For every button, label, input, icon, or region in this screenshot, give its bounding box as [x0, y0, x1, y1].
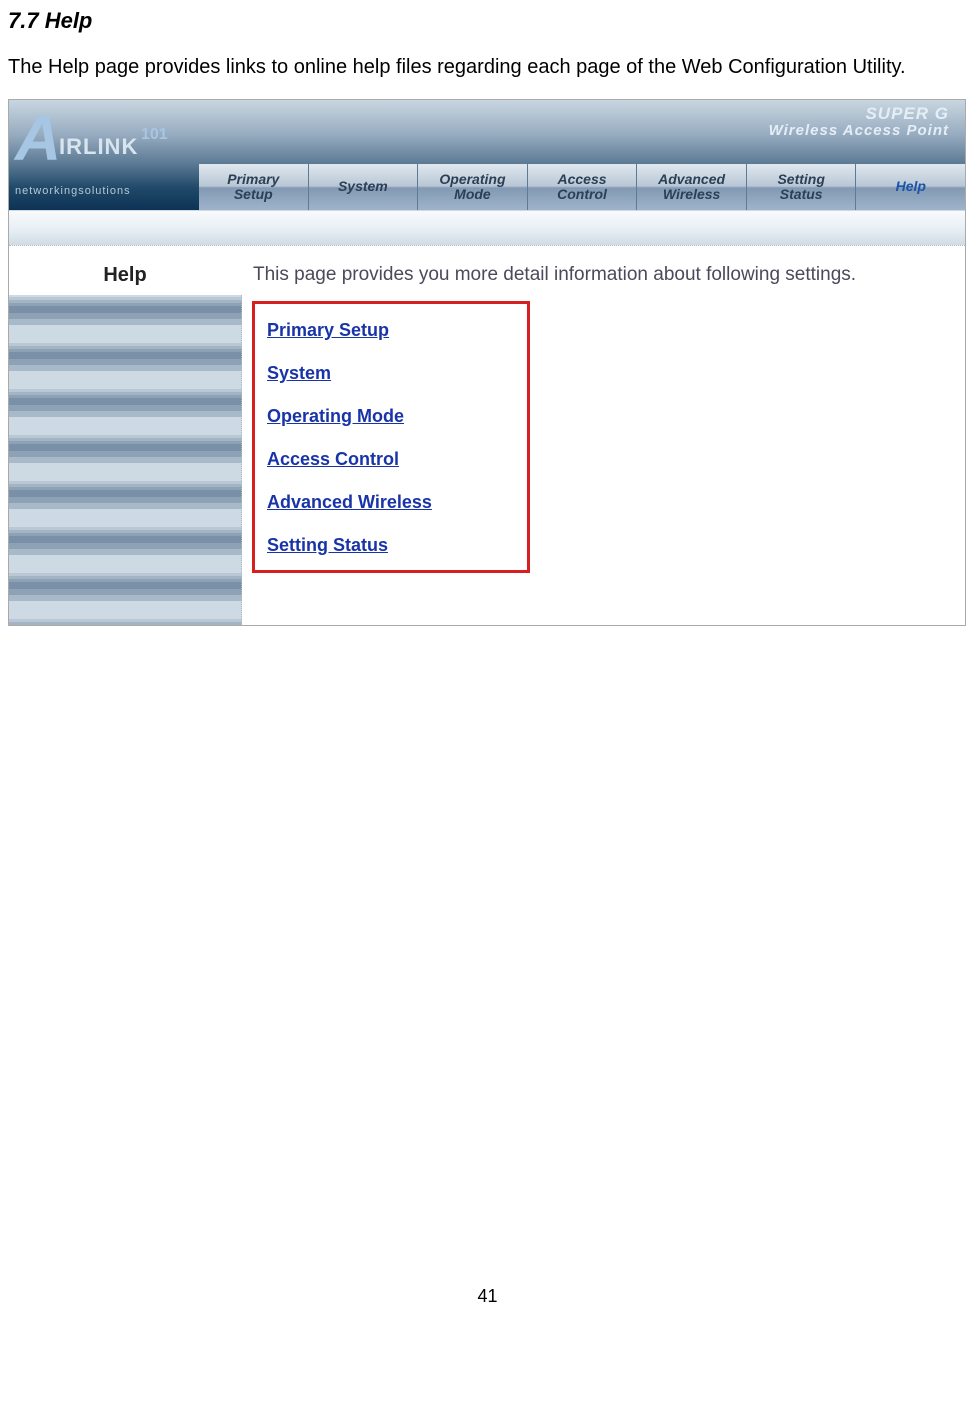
- brand-logo: A IRLINK 101 networkingsolutions: [9, 100, 199, 210]
- help-link-primary-setup[interactable]: Primary Setup: [267, 320, 515, 341]
- spacer-bar: [9, 210, 965, 246]
- section-heading: 7.7 Help: [8, 8, 967, 34]
- nav-label: Mode: [454, 187, 491, 202]
- app-screenshot: A IRLINK 101 networkingsolutions SUPER G…: [8, 99, 966, 626]
- help-links-area: Primary Setup System Operating Mode Acce…: [242, 295, 965, 625]
- nav-label: Access: [558, 172, 607, 187]
- nav-label: Control: [557, 187, 607, 202]
- help-link-setting-status[interactable]: Setting Status: [267, 535, 515, 556]
- nav-strip: Primary Setup System Operating Mode Acce…: [199, 164, 965, 210]
- nav-label: Help: [896, 179, 926, 194]
- nav-tab-system[interactable]: System: [308, 164, 418, 210]
- top-banner: A IRLINK 101 networkingsolutions SUPER G…: [9, 100, 965, 210]
- nav-label: Advanced: [658, 172, 725, 187]
- nav-label: Primary: [227, 172, 279, 187]
- nav-tab-setting-status[interactable]: Setting Status: [746, 164, 856, 210]
- nav-label: Setting: [777, 172, 824, 187]
- product-badge: SUPER G Wireless Access Point: [769, 104, 949, 139]
- nav-label: System: [338, 179, 388, 194]
- logo-brand-text: IRLINK: [59, 134, 138, 160]
- content-body-row: Primary Setup System Operating Mode Acce…: [9, 295, 965, 625]
- help-link-system[interactable]: System: [267, 363, 515, 384]
- logo-suffix: 101: [141, 126, 168, 144]
- nav-tab-advanced-wireless[interactable]: Advanced Wireless: [636, 164, 746, 210]
- page-title: Help: [9, 246, 241, 295]
- nav-tab-access-control[interactable]: Access Control: [527, 164, 637, 210]
- nav-label: Status: [780, 187, 823, 202]
- content-header-row: Help This page provides you more detail …: [9, 246, 965, 295]
- help-link-access-control[interactable]: Access Control: [267, 449, 515, 470]
- product-line2: Wireless Access Point: [769, 122, 949, 139]
- nav-label: Wireless: [663, 187, 720, 202]
- nav-tab-operating-mode[interactable]: Operating Mode: [417, 164, 527, 210]
- nav-label: Operating: [439, 172, 505, 187]
- logo-tagline: networkingsolutions: [15, 185, 131, 197]
- help-link-operating-mode[interactable]: Operating Mode: [267, 406, 515, 427]
- logo-glyph-icon: A: [15, 106, 61, 170]
- help-link-advanced-wireless[interactable]: Advanced Wireless: [267, 492, 515, 513]
- help-links-box: Primary Setup System Operating Mode Acce…: [252, 301, 530, 573]
- nav-tab-primary-setup[interactable]: Primary Setup: [199, 164, 308, 210]
- side-stripe-decoration: [9, 295, 242, 625]
- page-description: This page provides you more detail infor…: [241, 246, 965, 295]
- page-number: 41: [0, 1286, 975, 1317]
- product-line1: SUPER G: [769, 104, 949, 124]
- nav-label: Setup: [234, 187, 273, 202]
- nav-tab-help[interactable]: Help: [855, 164, 965, 210]
- section-body: The Help page provides links to online h…: [8, 56, 967, 79]
